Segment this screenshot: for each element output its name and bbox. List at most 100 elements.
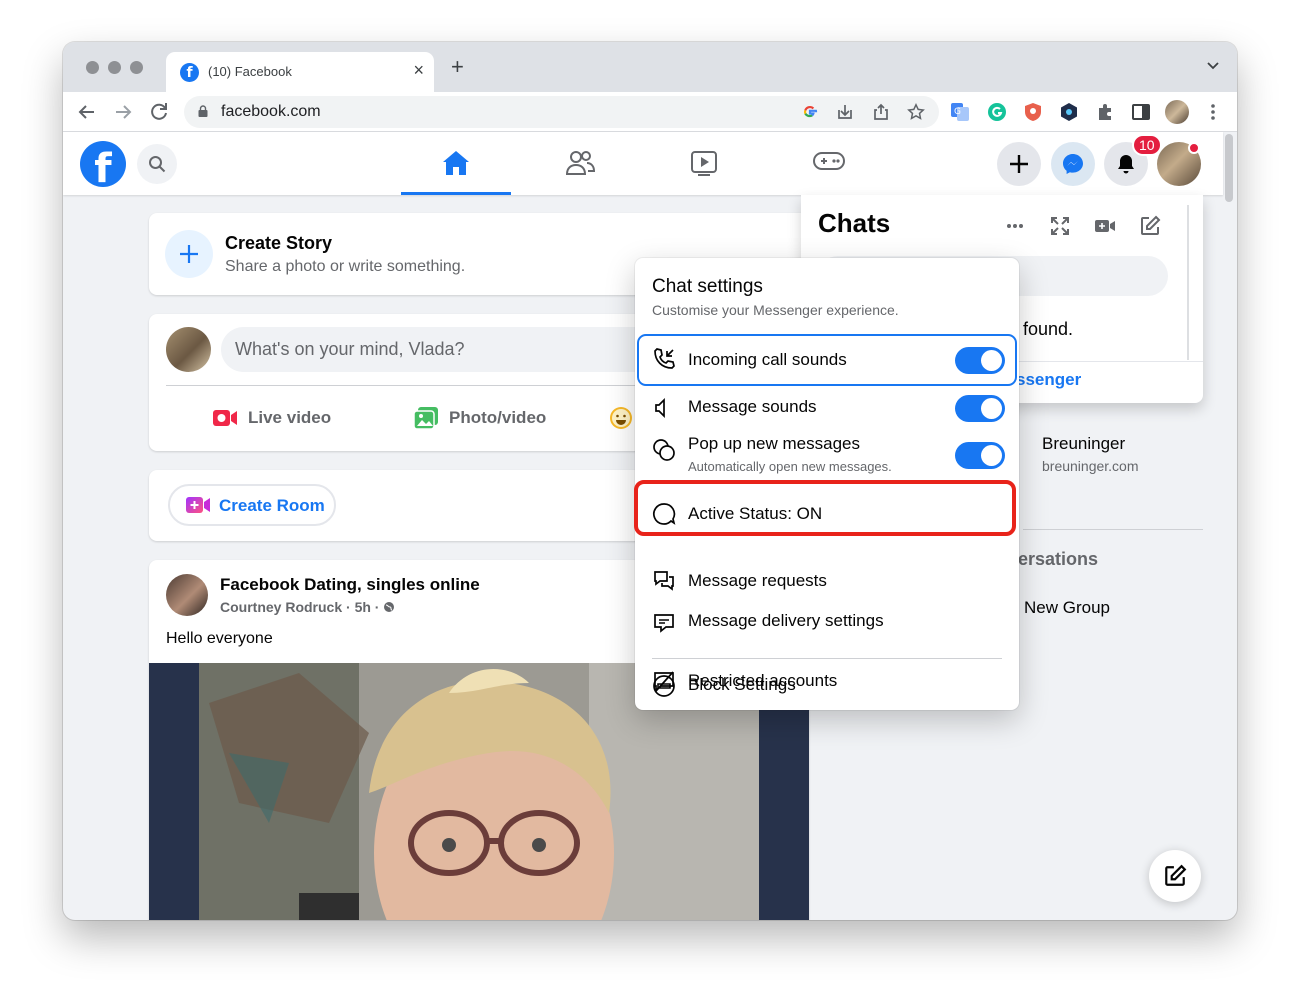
close-tab-icon[interactable]: ×: [413, 60, 424, 81]
feeling-icon[interactable]: [608, 405, 634, 431]
post-author-avatar[interactable]: [166, 574, 208, 616]
expand-icon[interactable]: [1049, 215, 1071, 237]
home-icon: [443, 151, 469, 175]
speaker-icon: [655, 397, 665, 419]
search-button[interactable]: [137, 144, 177, 184]
post-time[interactable]: 5h: [355, 599, 371, 615]
see-all-messenger-link[interactable]: ssenger: [1016, 370, 1081, 390]
tab-friends[interactable]: [524, 132, 634, 195]
photo-icon: [413, 407, 438, 430]
side-panel-icon[interactable]: [1131, 102, 1151, 122]
new-message-button[interactable]: [1149, 850, 1201, 902]
create-room-button[interactable]: Create Room: [168, 484, 336, 526]
more-options-icon[interactable]: [1004, 215, 1026, 237]
photo-video-label: Photo/video: [449, 408, 547, 427]
minimize-window-dot[interactable]: [108, 61, 121, 74]
message-delivery-item[interactable]: Message delivery settings: [639, 611, 1015, 649]
messenger-button[interactable]: [1051, 142, 1095, 186]
incoming-call-sounds-item[interactable]: Incoming call sounds: [637, 334, 1017, 386]
install-icon[interactable]: [836, 103, 854, 121]
url-text: facebook.com: [221, 103, 321, 120]
live-video-button[interactable]: Live video: [212, 403, 331, 433]
message-delivery-label: Message delivery settings: [688, 611, 884, 630]
contacts-divider: [1023, 529, 1203, 530]
translate-extension-icon[interactable]: G: [950, 102, 970, 122]
zoom-window-dot[interactable]: [130, 61, 143, 74]
story-subtitle: Share a photo or write something.: [225, 258, 466, 275]
share-icon[interactable]: [872, 103, 890, 121]
forward-icon[interactable]: [111, 100, 135, 124]
post-text: Hello everyone: [166, 630, 273, 647]
friends-icon: [565, 151, 595, 175]
watch-icon: [691, 151, 717, 176]
post-meta: Courtney Rodruck · 5h ·: [220, 599, 395, 615]
block-settings-item[interactable]: Block Settings: [639, 664, 1015, 704]
back-icon[interactable]: [75, 100, 99, 124]
user-avatar[interactable]: [166, 327, 211, 372]
chats-title: Chats: [818, 208, 891, 238]
shield-extension-icon[interactable]: [1023, 102, 1043, 122]
grammarly-icon[interactable]: [987, 102, 1007, 122]
contact-name[interactable]: Breuninger: [1042, 434, 1125, 454]
no-results-text: found.: [1023, 319, 1074, 339]
settings-divider: [652, 658, 1002, 659]
lock-icon: [198, 105, 208, 117]
browser-tab[interactable]: f (10) Facebook ×: [166, 52, 434, 92]
chat-settings-title: Chat settings: [652, 276, 763, 297]
pop-up-messages-sub: Automatically open new messages.: [688, 459, 892, 474]
browser-menu-icon[interactable]: [1203, 102, 1223, 122]
tab-home[interactable]: [401, 132, 511, 195]
new-group-button[interactable]: New Group: [1024, 598, 1110, 618]
hexagon-extension-icon[interactable]: [1059, 102, 1079, 122]
group-conversations-heading: ersations: [1018, 549, 1099, 569]
new-message-icon[interactable]: [1139, 215, 1161, 237]
message-sounds-item[interactable]: Message sounds: [639, 386, 1015, 428]
video-room-icon: [186, 497, 210, 513]
message-requests-item[interactable]: Message requests: [639, 571, 1015, 609]
create-button[interactable]: [997, 142, 1041, 186]
new-tab-icon[interactable]: +: [451, 56, 464, 78]
composer-placeholder: What's on your mind, Vlada?: [235, 339, 465, 359]
active-status-icon: [653, 503, 676, 525]
bell-icon: [1118, 155, 1134, 174]
chevron-down-icon[interactable]: [1207, 62, 1219, 70]
reload-icon[interactable]: [147, 100, 171, 124]
chats-scrollbar[interactable]: [1187, 205, 1189, 360]
create-story-button[interactable]: [165, 230, 213, 278]
address-bar[interactable]: facebook.com: [184, 96, 939, 128]
facebook-favicon-icon: f: [180, 63, 199, 82]
page-scrollbar[interactable]: [1225, 134, 1233, 202]
pop-up-messages-toggle[interactable]: [955, 442, 1005, 469]
incoming-call-sounds-label: Incoming call sounds: [688, 350, 847, 369]
post-title[interactable]: Facebook Dating, singles online: [220, 575, 480, 595]
contact-subtitle: breuninger.com: [1042, 458, 1139, 474]
notification-badge: 10: [1132, 134, 1162, 156]
tab-gaming[interactable]: [771, 132, 881, 195]
account-alert-dot: [1188, 142, 1200, 154]
star-icon[interactable]: [907, 103, 925, 121]
google-icon[interactable]: [801, 103, 819, 121]
messenger-icon: [1063, 154, 1083, 174]
profile-avatar[interactable]: [1165, 100, 1189, 124]
extensions-puzzle-icon[interactable]: [1095, 102, 1115, 122]
facebook-logo-icon[interactable]: f: [80, 141, 126, 187]
plus-icon: [1010, 155, 1028, 173]
pop-up-messages-label: Pop up new messages: [688, 434, 860, 453]
browser-toolbar: facebook.com G: [63, 92, 1237, 132]
popup-messages-icon: [653, 439, 675, 461]
active-status-label: Active Status: ON: [688, 504, 823, 523]
message-requests-icon: [654, 571, 674, 591]
message-sounds-toggle[interactable]: [955, 395, 1005, 422]
pop-up-messages-item[interactable]: Pop up new messages Automatically open n…: [639, 430, 1015, 482]
incoming-call-sounds-toggle[interactable]: [955, 347, 1005, 374]
compose-icon: [1165, 864, 1187, 886]
tab-watch[interactable]: [649, 132, 759, 195]
active-status-item[interactable]: Active Status: ON: [639, 490, 1015, 538]
post-author[interactable]: Courtney Rodruck: [220, 599, 342, 615]
photo-video-button[interactable]: Photo/video: [413, 403, 546, 433]
facebook-header: f: [63, 132, 1223, 195]
video-call-icon[interactable]: [1094, 215, 1116, 237]
close-window-dot[interactable]: [86, 61, 99, 74]
svg-text:G: G: [954, 107, 961, 117]
search-icon: [149, 156, 166, 173]
